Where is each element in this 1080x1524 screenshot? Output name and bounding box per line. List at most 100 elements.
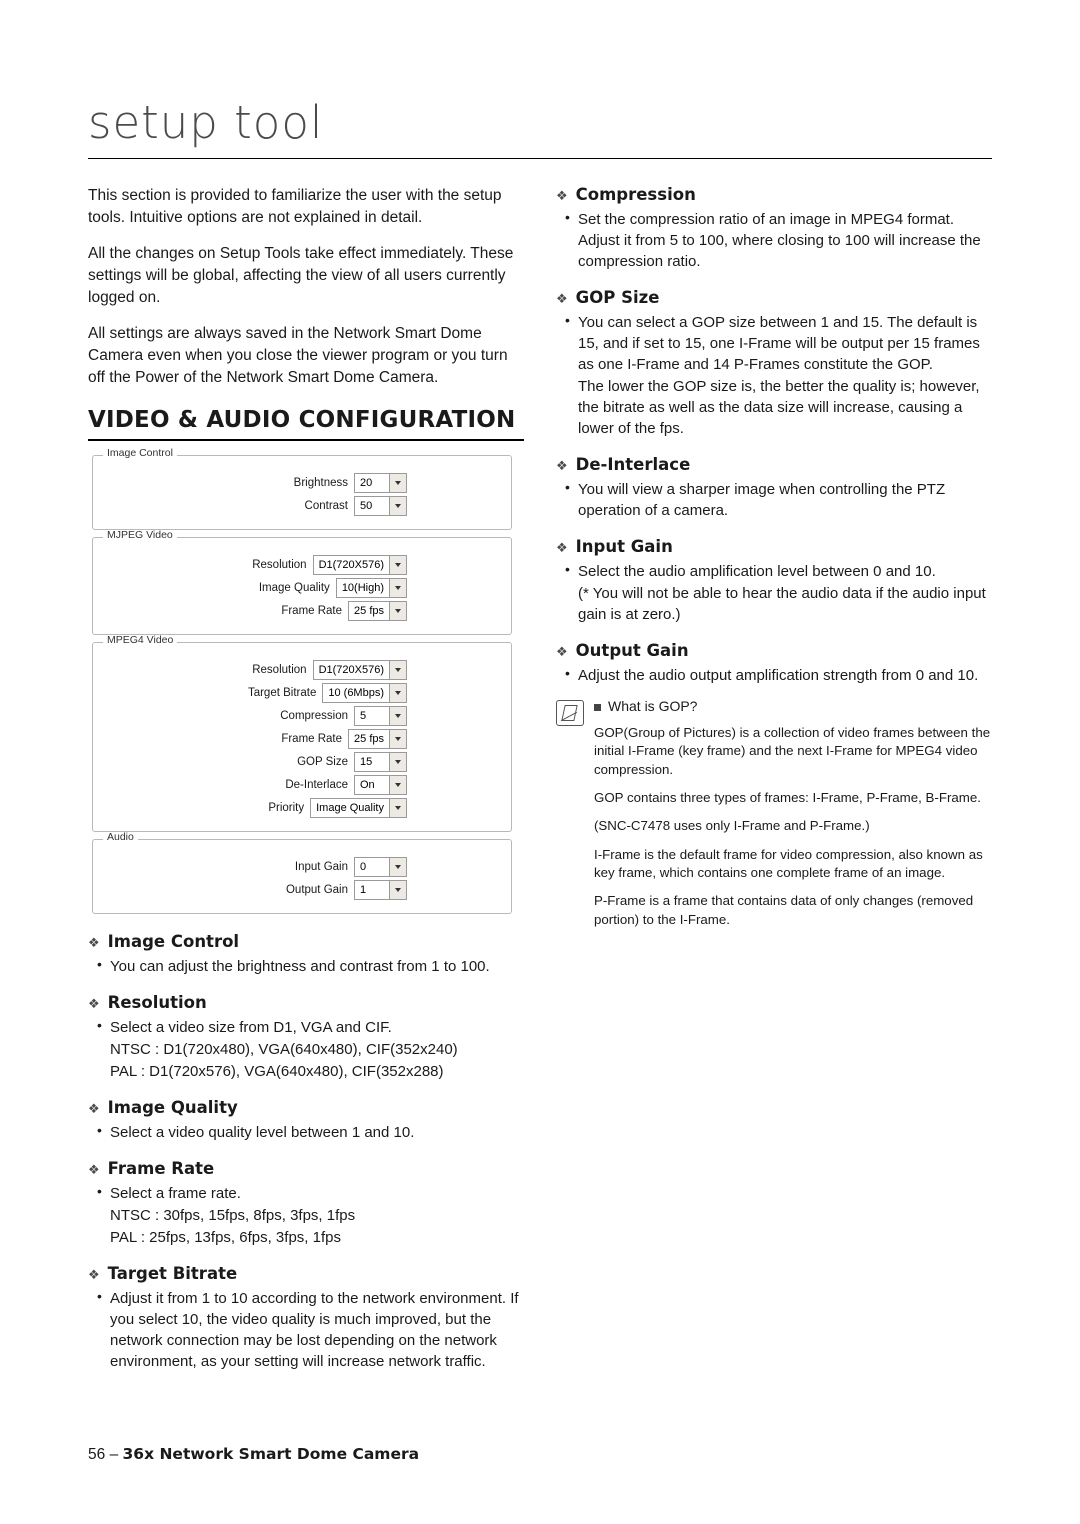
topic-title: Input Gain <box>575 537 673 556</box>
topic-title: Frame Rate <box>107 1159 215 1179</box>
diamond-bullet-icon: ❖ <box>556 645 568 660</box>
value-brightness: 20 <box>355 474 389 493</box>
topic-body-compression: Set the compression ratio of an image in… <box>556 208 992 272</box>
page-number: 56 <box>88 1446 106 1463</box>
list-item: Adjust it from 1 to 10 according to the … <box>97 1287 524 1372</box>
topic-heading-image-quality: ❖ Image Quality <box>88 1098 524 1117</box>
topic-body-resolution: Select a video size from D1, VGA and CIF… <box>88 1016 524 1082</box>
dropdown-mjpeg-frame-rate[interactable]: 25 fps <box>348 601 407 622</box>
label-contrast: Contrast <box>304 500 348 513</box>
diamond-bullet-icon: ❖ <box>88 1102 100 1118</box>
page-title: setup tool <box>88 96 324 149</box>
intro-paragraph-2: All the changes on Setup Tools take effe… <box>88 245 514 306</box>
dropdown-output-gain[interactable]: 1 <box>354 880 407 901</box>
dropdown-target-bitrate[interactable]: 10 (6Mbps) <box>322 683 407 704</box>
chevron-down-icon[interactable] <box>389 579 406 598</box>
label-mjpeg-resolution: Resolution <box>252 559 307 572</box>
value-mjpeg-frame-rate: 25 fps <box>349 602 389 621</box>
chevron-down-icon[interactable] <box>389 497 406 516</box>
topic-body-image-quality: Select a video quality level between 1 a… <box>88 1121 524 1143</box>
chevron-down-icon[interactable] <box>389 753 406 772</box>
dropdown-input-gain[interactable]: 0 <box>354 857 407 878</box>
diamond-bullet-icon: ❖ <box>556 459 568 474</box>
topic-body-input-gain: Select the audio amplification level bet… <box>556 560 992 625</box>
dropdown-compression[interactable]: 5 <box>354 706 407 727</box>
field-brightness: Brightness 20 <box>105 473 407 494</box>
value-gop-size: 15 <box>355 753 389 772</box>
dropdown-mjpeg-resolution[interactable]: D1(720X576) <box>312 555 407 576</box>
value-contrast: 50 <box>355 497 389 516</box>
dropdown-gop-size[interactable]: 15 <box>354 752 407 773</box>
chevron-down-icon[interactable] <box>389 707 406 726</box>
list-item: NTSC : D1(720x480), VGA(640x480), CIF(35… <box>110 1041 458 1059</box>
list-item: You will view a sharper image when contr… <box>565 478 992 521</box>
chevron-down-icon[interactable] <box>389 602 406 621</box>
list-item: Select a frame rate. <box>97 1182 524 1204</box>
label-target-bitrate: Target Bitrate <box>247 687 317 700</box>
chevron-down-icon[interactable] <box>389 799 406 818</box>
document-page: setup tool This section is provided to f… <box>0 0 1080 1524</box>
value-mjpeg-image-quality: 10(High) <box>336 579 389 598</box>
field-mjpeg-frame-rate: Frame Rate 25 fps <box>105 601 407 622</box>
label-mpeg4-resolution: Resolution <box>252 664 307 677</box>
topic-title: Image Control <box>107 932 240 952</box>
dropdown-mpeg4-resolution[interactable]: D1(720X576) <box>312 660 407 681</box>
chevron-down-icon[interactable] <box>389 776 406 795</box>
chevron-down-icon[interactable] <box>389 881 406 900</box>
field-gop-size: GOP Size 15 <box>105 752 407 773</box>
field-target-bitrate: Target Bitrate 10 (6Mbps) <box>105 683 407 704</box>
chevron-down-icon[interactable] <box>389 661 406 680</box>
value-input-gain: 0 <box>355 858 389 877</box>
chevron-down-icon[interactable] <box>389 684 406 703</box>
value-mpeg4-frame-rate: 25 fps <box>349 730 389 749</box>
diamond-bullet-icon: ❖ <box>88 997 100 1013</box>
right-column: ❖ Compression Set the compression ratio … <box>556 185 992 939</box>
chevron-down-icon[interactable] <box>389 474 406 493</box>
note-title: What is GOP? <box>608 698 698 714</box>
group-image-control: Image Control Brightness 20 Contrast 50 <box>92 448 512 531</box>
field-de-interlace: De-Interlace On <box>105 775 407 796</box>
group-legend-mjpeg-video: MJPEG Video <box>103 530 177 541</box>
page-footer: 56 – 36x Network Smart Dome Camera <box>88 1445 419 1464</box>
list-item: The lower the GOP size is, the better th… <box>578 378 980 437</box>
dropdown-brightness[interactable]: 20 <box>354 473 407 494</box>
value-compression: 5 <box>355 707 389 726</box>
dropdown-mjpeg-image-quality[interactable]: 10(High) <box>335 578 407 599</box>
topic-title: Output Gain <box>575 641 689 660</box>
diamond-bullet-icon: ❖ <box>88 1268 100 1284</box>
dropdown-contrast[interactable]: 50 <box>354 496 407 517</box>
value-mjpeg-resolution: D1(720X576) <box>313 556 389 575</box>
chevron-down-icon[interactable] <box>389 858 406 877</box>
chevron-down-icon[interactable] <box>389 556 406 575</box>
field-contrast: Contrast 50 <box>105 496 407 517</box>
field-output-gain: Output Gain 1 <box>105 880 407 901</box>
topic-title: Compression <box>575 185 696 204</box>
value-output-gain: 1 <box>355 881 389 900</box>
footer-product-name: 36x Network Smart Dome Camera <box>122 1445 420 1463</box>
dropdown-de-interlace[interactable]: On <box>354 775 407 796</box>
dropdown-mpeg4-frame-rate[interactable]: 25 fps <box>348 729 407 750</box>
label-priority: Priority <box>268 802 305 815</box>
diamond-bullet-icon: ❖ <box>556 541 568 556</box>
field-input-gain: Input Gain 0 <box>105 857 407 878</box>
note-pencil-icon <box>556 700 584 726</box>
group-legend-image-control: Image Control <box>103 448 177 459</box>
topic-title: Target Bitrate <box>107 1264 238 1284</box>
label-input-gain: Input Gain <box>294 861 348 874</box>
list-item: NTSC : 30fps, 15fps, 8fps, 3fps, 1fps <box>110 1207 356 1225</box>
dropdown-priority[interactable]: Image Quality <box>310 798 407 819</box>
note-paragraph: GOP(Group of Pictures) is a collection o… <box>594 725 991 777</box>
note-paragraph: P-Frame is a frame that contains data of… <box>594 893 974 927</box>
topic-body-gop-size: You can select a GOP size between 1 and … <box>556 311 992 439</box>
field-mjpeg-image-quality: Image Quality 10(High) <box>105 578 407 599</box>
topic-heading-compression: ❖ Compression <box>556 185 992 204</box>
list-item: PAL : D1(720x576), VGA(640x480), CIF(352… <box>110 1063 444 1081</box>
note-paragraph: GOP contains three types of frames: I-Fr… <box>594 790 981 806</box>
topic-title: GOP Size <box>575 288 660 307</box>
list-item: Select a video size from D1, VGA and CIF… <box>97 1016 524 1038</box>
chevron-down-icon[interactable] <box>389 730 406 749</box>
topic-body-frame-rate: Select a frame rate. NTSC : 30fps, 15fps… <box>88 1182 524 1248</box>
topic-heading-input-gain: ❖ Input Gain <box>556 537 992 556</box>
intro-paragraph-1: This section is provided to familiarize … <box>88 187 502 226</box>
label-output-gain: Output Gain <box>285 884 348 897</box>
